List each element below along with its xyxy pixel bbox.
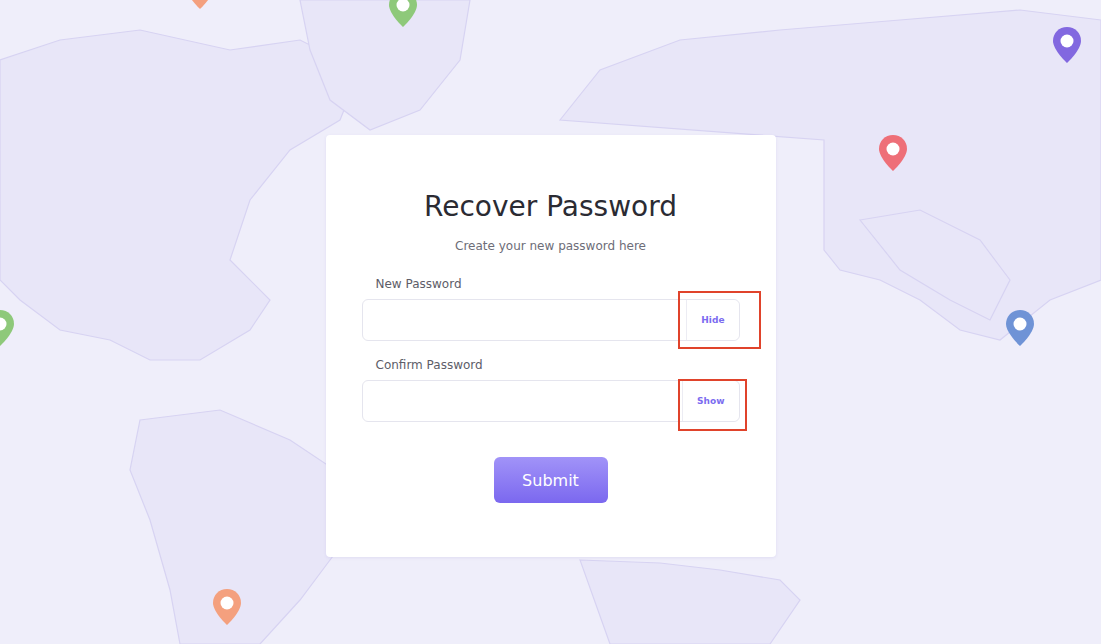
visibility-toggle-button[interactable]: Show <box>682 381 738 421</box>
map-pin-icon <box>185 0 215 10</box>
map-pin <box>212 588 242 626</box>
map-pin-icon <box>878 134 908 172</box>
highlight-box <box>678 291 760 349</box>
map-pin <box>1052 26 1082 64</box>
toggle-wrap: Show <box>682 381 738 421</box>
password-field: Confirm Password Show <box>362 356 740 422</box>
submit-button[interactable]: Submit <box>494 457 608 503</box>
password-input[interactable] <box>363 300 687 340</box>
map-pin <box>185 0 215 10</box>
toggle-wrap: Hide <box>686 300 738 340</box>
asia-detail-shape <box>860 210 1010 320</box>
map-pin <box>388 0 418 28</box>
input-box: Show <box>362 380 740 422</box>
field-label: Confirm Password <box>362 356 740 374</box>
password-field: New Password Hide <box>362 275 740 341</box>
map-pin-icon <box>0 309 15 347</box>
greenland-shape <box>300 0 470 130</box>
map-pin <box>1005 309 1035 347</box>
subtitle: Create your new password here <box>362 237 740 255</box>
map-pin-icon <box>388 0 418 28</box>
africa-shape <box>580 560 800 644</box>
input-box: Hide <box>362 299 740 341</box>
map-pin <box>878 134 908 172</box>
map-pin-icon <box>1052 26 1082 64</box>
password-input[interactable] <box>363 381 683 421</box>
actions: Submit <box>362 457 740 503</box>
visibility-toggle-button[interactable]: Hide <box>686 300 738 340</box>
north-america-shape <box>0 30 360 360</box>
map-pin-icon <box>212 588 242 626</box>
field-label: New Password <box>362 275 740 293</box>
map-pin <box>0 309 15 347</box>
recover-password-page: Recover Password Create your new password… <box>0 0 1101 644</box>
recover-password-card: Recover Password Create your new password… <box>326 135 776 557</box>
highlight-box <box>678 379 746 431</box>
title: Recover Password <box>362 189 740 225</box>
map-pin-icon <box>1005 309 1035 347</box>
